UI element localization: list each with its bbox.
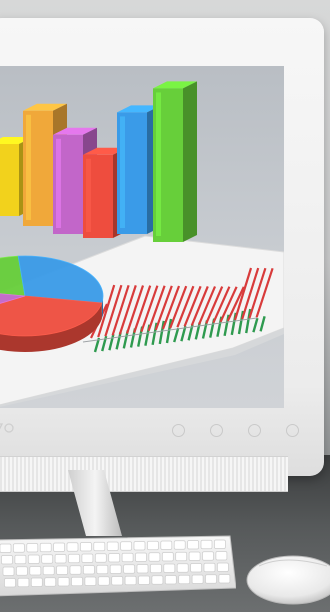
keyboard-key: [111, 576, 124, 586]
keyboard-key: [205, 574, 217, 584]
monitor-stand: [68, 470, 122, 536]
keyboard-key: [120, 541, 132, 551]
keyboard-key: [151, 575, 164, 585]
keyboard-key: [2, 566, 15, 576]
keyboard-key: [94, 553, 107, 563]
keyboard-key: [218, 574, 231, 584]
scene: [0, 0, 330, 612]
keyboard-key: [41, 554, 54, 564]
keyboard-key: [148, 552, 161, 562]
keyboard-key: [160, 540, 173, 550]
keyboard-key: [44, 577, 57, 587]
keyboard-key: [80, 542, 92, 552]
keyboard-key: [13, 543, 25, 553]
keyboard-key: [202, 551, 214, 561]
monitor-front-button[interactable]: [210, 424, 223, 437]
chart-illustration: [0, 66, 284, 408]
keyboard-key: [173, 540, 186, 550]
monitor-front-button[interactable]: [172, 424, 185, 437]
keyboard-key: [14, 554, 27, 565]
keyboard: [0, 535, 236, 597]
keyboard-key: [161, 552, 174, 562]
monitor-front-button[interactable]: [248, 424, 261, 437]
monitor-front-button[interactable]: [286, 424, 299, 437]
keyboard-key: [214, 539, 226, 549]
monitor-screen: [0, 66, 284, 408]
brand-logo: [0, 423, 14, 433]
keyboard-key: [136, 564, 149, 574]
keyboard-key: [190, 563, 202, 573]
keyboard-key: [66, 542, 79, 552]
keyboard-key: [57, 577, 70, 587]
keyboard-key: [109, 564, 122, 574]
keyboard-key: [123, 564, 135, 574]
keyboard-key: [81, 553, 94, 563]
keyboard-key: [93, 541, 106, 552]
bar-highlight: [86, 158, 91, 232]
keyboard-key: [191, 574, 204, 584]
keyboard-key: [56, 565, 68, 575]
keyboard-key: [16, 566, 28, 576]
keyboard-key: [1, 555, 13, 565]
keyboard-key: [97, 576, 110, 586]
bar-front: [0, 144, 19, 216]
keyboard-key: [150, 563, 162, 574]
keyboard-key: [217, 562, 229, 572]
keyboard-key: [30, 577, 43, 587]
keyboard-key: [203, 562, 216, 573]
computer-mouse: [246, 555, 330, 605]
computer-monitor: [0, 18, 324, 492]
keyboard-key: [138, 575, 150, 585]
bar-highlight: [56, 138, 61, 228]
keyboard-key: [215, 551, 228, 561]
keyboard-key: [175, 551, 188, 562]
keyboard-key: [188, 551, 201, 561]
keyboard-key: [69, 565, 82, 575]
keyboard-key: [163, 563, 176, 573]
bar-highlight: [156, 92, 161, 237]
keyboard-key: [39, 542, 52, 553]
keyboard-key: [147, 540, 159, 551]
keyboard-key: [26, 543, 39, 553]
keyboard-key: [133, 541, 146, 551]
keyboard-key: [71, 576, 83, 587]
keyboard-key: [178, 574, 191, 585]
keyboard-key: [4, 578, 16, 588]
keyboard-key: [106, 541, 119, 551]
keyboard-key: [121, 552, 134, 563]
keyboard-key: [29, 566, 42, 576]
keyboard-key: [135, 552, 147, 562]
keyboard-key: [200, 539, 213, 550]
bar-highlight: [120, 116, 125, 228]
keyboard-key: [0, 543, 12, 553]
keyboard-key: [17, 577, 30, 588]
keyboard-key: [27, 554, 40, 564]
keyboard-key: [164, 575, 177, 585]
keyboard-key: [53, 542, 65, 552]
keyboard-key: [176, 563, 189, 573]
speaker-grille: [0, 456, 288, 492]
keyboard-key: [108, 553, 121, 563]
keyboard-key: [42, 565, 55, 576]
keyboard-key: [84, 576, 97, 586]
keyboard-key: [54, 554, 67, 564]
keyboard-key: [68, 553, 80, 564]
keyboard-key: [124, 575, 137, 586]
bar-side: [183, 81, 197, 243]
bar-highlight: [26, 114, 31, 220]
keyboard-key: [187, 540, 199, 550]
keyboard-key: [83, 565, 95, 575]
keyboard-key: [96, 564, 109, 575]
